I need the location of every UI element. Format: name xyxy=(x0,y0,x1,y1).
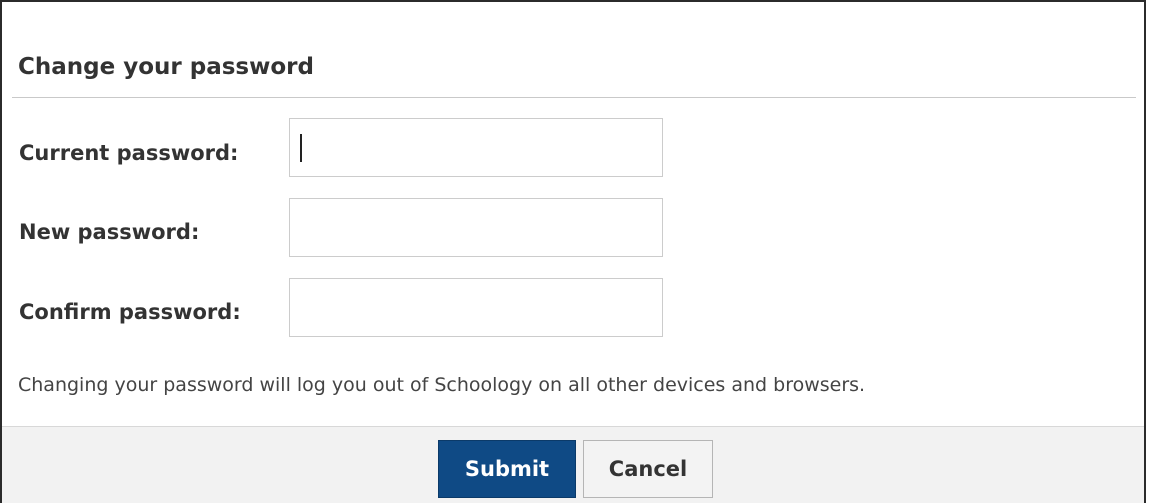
new-password-input[interactable] xyxy=(289,198,663,257)
text-cursor xyxy=(300,134,302,162)
current-password-label: Current password: xyxy=(19,141,239,165)
title-divider xyxy=(12,97,1136,98)
logout-notice: Changing your password will log you out … xyxy=(18,374,866,396)
dialog-title: Change your password xyxy=(18,54,314,80)
submit-button[interactable]: Submit xyxy=(438,440,576,498)
confirm-password-label: Confirm password: xyxy=(19,300,241,324)
cancel-button[interactable]: Cancel xyxy=(583,440,713,498)
confirm-password-input[interactable] xyxy=(289,278,663,337)
new-password-label: New password: xyxy=(19,220,200,244)
current-password-input[interactable] xyxy=(289,118,663,177)
